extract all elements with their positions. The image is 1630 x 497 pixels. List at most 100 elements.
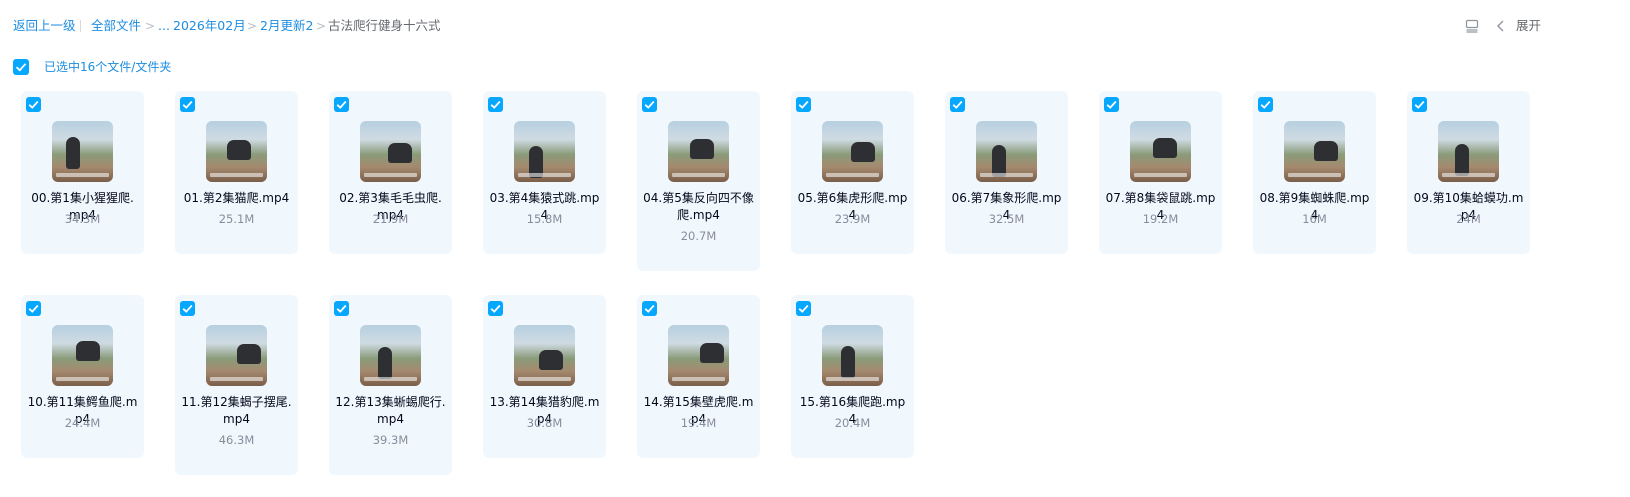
file-card[interactable]: 10.第11集鳄鱼爬.mp4 24.4M [21,295,144,458]
thumbnail-figure [690,139,714,159]
thumbnail-caption-strip [672,173,725,177]
thumbnail-caption-strip [980,173,1033,177]
thumbnail-figure [66,137,80,169]
chevron-right-icon: > [145,19,156,33]
file-checkbox[interactable] [1104,97,1119,112]
checkmark-icon [28,304,39,313]
video-thumbnail[interactable] [1284,121,1345,182]
checkmark-icon [182,304,193,313]
file-checkbox[interactable] [180,301,195,316]
file-card[interactable]: 02.第3集毛毛虫爬.mp4 21.9M [329,91,452,254]
breadcrumb-ellipsis[interactable]: ... [158,17,170,35]
file-size: 24.4M [64,416,101,430]
file-card[interactable]: 06.第7集象形爬.mp4 32.5M [945,91,1068,254]
checkmark-icon [644,304,655,313]
file-card[interactable]: 09.第10集蛤蟆功.mp4 24M [1407,91,1530,254]
video-thumbnail[interactable] [514,325,575,386]
file-name[interactable]: 04.第5集反向四不像爬.mp4 [643,190,754,224]
file-checkbox[interactable] [488,301,503,316]
video-thumbnail[interactable] [976,121,1037,182]
file-checkbox[interactable] [334,97,349,112]
file-size: 23.9M [834,212,871,226]
file-card[interactable]: 13.第14集猎豹爬.mp4 30.8M [483,295,606,458]
checkmark-icon [336,304,347,313]
thumbnail-figure [378,347,392,379]
video-thumbnail[interactable] [1130,121,1191,182]
file-card[interactable]: 08.第9集蜘蛛爬.mp4 16M [1253,91,1376,254]
file-name[interactable]: 12.第13集蜥蜴爬行.mp4 [335,394,446,428]
file-card[interactable]: 14.第15集壁虎爬.mp4 19.4M [637,295,760,458]
list-view-icon[interactable] [1465,18,1479,33]
file-card[interactable]: 07.第8集袋鼠跳.mp4 19.2M [1099,91,1222,254]
thumbnail-caption-strip [56,173,109,177]
breadcrumb-divider [80,20,81,32]
file-checkbox[interactable] [796,301,811,316]
video-thumbnail[interactable] [1438,121,1499,182]
checkmark-icon [490,304,501,313]
video-thumbnail[interactable] [668,121,729,182]
thumbnail-figure [851,142,875,162]
checkmark-icon [644,100,655,109]
chevron-right-icon: > [247,19,258,33]
breadcrumb-all-files[interactable]: 全部文件 [91,17,141,35]
thumbnail-figure [1455,144,1469,176]
file-size: 46.3M [218,433,255,447]
breadcrumb-current: 古法爬行健身十六式 [328,18,441,33]
video-thumbnail[interactable] [360,325,421,386]
video-thumbnail[interactable] [822,325,883,386]
expand-button[interactable]: 展开 [1516,17,1541,35]
file-checkbox[interactable] [950,97,965,112]
file-size: 20.7M [680,229,717,243]
file-card[interactable]: 05.第6集虎形爬.mp4 23.9M [791,91,914,254]
file-card[interactable]: 12.第13集蜥蜴爬行.mp4 39.3M [329,295,452,475]
video-thumbnail[interactable] [52,121,113,182]
thumbnail-figure [388,143,412,163]
file-checkbox[interactable] [1258,97,1273,112]
video-thumbnail[interactable] [52,325,113,386]
file-size: 24M [1456,212,1481,226]
file-name[interactable]: 01.第2集猫爬.mp4 [181,190,292,207]
back-link[interactable]: 返回上一级 [13,17,76,35]
file-size: 19.4M [680,416,717,430]
chevron-left-icon[interactable] [1496,18,1506,32]
file-checkbox[interactable] [26,97,41,112]
file-card[interactable]: 00.第1集小猩猩爬.mp4 34.3M [21,91,144,254]
file-card[interactable]: 03.第4集猿式跳.mp4 15.8M [483,91,606,254]
file-size: 15.8M [526,212,563,226]
file-checkbox[interactable] [642,301,657,316]
file-card[interactable]: 04.第5集反向四不像爬.mp4 20.7M [637,91,760,271]
file-name[interactable]: 11.第12集蝎子摆尾.mp4 [181,394,292,428]
checkmark-icon [182,100,193,109]
file-checkbox[interactable] [488,97,503,112]
thumbnail-figure [841,346,855,378]
breadcrumb-folder-update[interactable]: 2月更新2 [260,17,313,35]
selection-count-label: 已选中16个文件/文件夹 [44,60,172,74]
file-checkbox[interactable] [1412,97,1427,112]
video-thumbnail[interactable] [206,121,267,182]
file-card[interactable]: 11.第12集蝎子摆尾.mp4 46.3M [175,295,298,475]
thumbnail-caption-strip [1442,173,1495,177]
video-thumbnail[interactable] [668,325,729,386]
file-checkbox[interactable] [180,97,195,112]
breadcrumb-folder-2026-02[interactable]: 2026年02月 [173,17,246,35]
video-thumbnail[interactable] [360,121,421,182]
file-checkbox[interactable] [334,301,349,316]
file-size: 21.9M [372,212,409,226]
file-size: 32.5M [988,212,1025,226]
file-checkbox[interactable] [642,97,657,112]
video-thumbnail[interactable] [514,121,575,182]
video-thumbnail[interactable] [206,325,267,386]
checkmark-icon [336,100,347,109]
file-card[interactable]: 01.第2集猫爬.mp4 25.1M [175,91,298,254]
video-thumbnail[interactable] [822,121,883,182]
thumbnail-caption-strip [518,173,571,177]
file-checkbox[interactable] [26,301,41,316]
select-all-checkbox[interactable] [13,59,29,75]
file-size: 30.8M [526,416,563,430]
thumbnail-figure [227,140,251,160]
file-card[interactable]: 15.第16集爬跑.mp4 20.4M [791,295,914,458]
checkmark-icon [952,100,963,109]
file-size: 20.4M [834,416,871,430]
file-size: 16M [1302,212,1327,226]
file-checkbox[interactable] [796,97,811,112]
